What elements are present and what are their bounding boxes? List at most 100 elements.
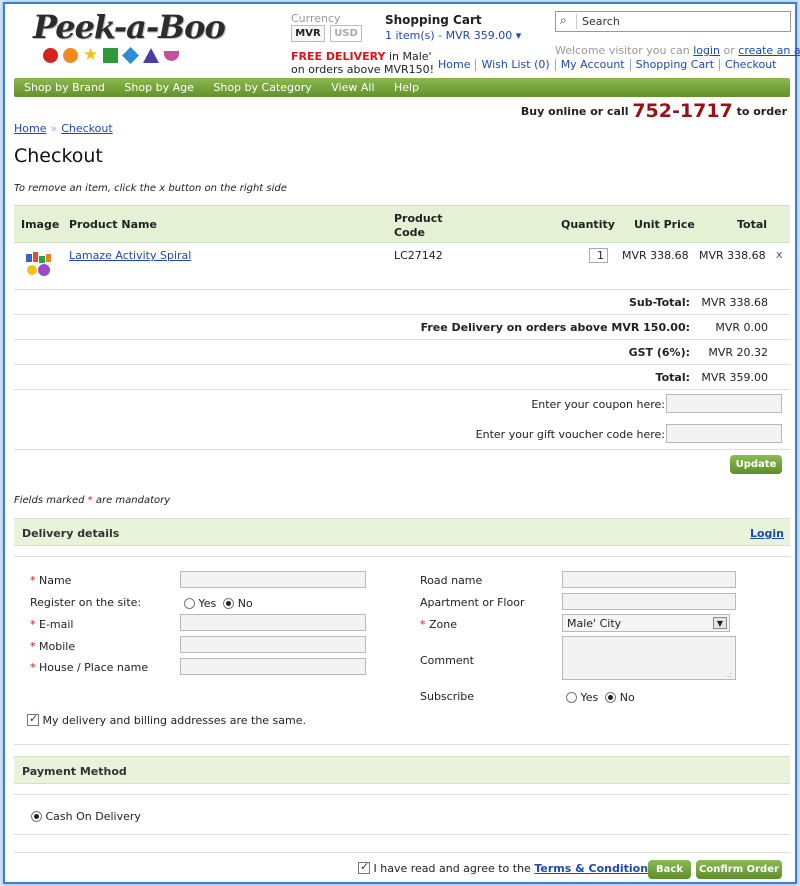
apartment-field[interactable] <box>562 593 736 610</box>
create-account-link[interactable]: create an account <box>738 44 800 57</box>
total-label: Total: <box>655 371 690 384</box>
col-product-name: Product Name <box>69 218 157 231</box>
remove-item-button[interactable]: x <box>776 248 783 261</box>
register-no-radio[interactable] <box>223 598 235 609</box>
page-title: Checkout <box>14 145 103 167</box>
table-row: Lamaze Activity Spiral LC27142 1 MVR 338… <box>14 243 790 290</box>
top-link-checkout[interactable]: Checkout <box>725 58 776 71</box>
unit-price: MVR 338.68 <box>622 249 689 262</box>
subscribe-yes-label: Yes <box>580 691 599 704</box>
nav-shop-by-brand[interactable]: Shop by Brand <box>24 78 105 97</box>
register-options: Yes No <box>184 597 253 610</box>
top-link-home[interactable]: Home <box>438 58 470 71</box>
zone-label: * Zone <box>420 618 458 631</box>
delivery-fee-row: Free Delivery on orders above MVR 150.00… <box>14 315 790 340</box>
road-field[interactable] <box>562 571 736 588</box>
breadcrumb: Home» Checkout <box>14 122 113 135</box>
top-links: Home Wish List (0) My Account Shopping Cart… <box>438 58 777 71</box>
currency-label: Currency <box>291 12 341 25</box>
name-label: * Name <box>30 574 72 587</box>
call-to-order: Buy online or call 752-1717 to order <box>521 100 787 122</box>
gst-value: MVR 20.32 <box>708 346 768 359</box>
gst-row: GST (6%): MVR 20.32 <box>14 340 790 365</box>
col-product-code-1: Product <box>394 212 443 225</box>
cart-table-header: Image Product Name Product Code Quantity… <box>14 205 790 243</box>
nav-shop-by-age[interactable]: Shop by Age <box>124 78 193 97</box>
free-delivery-text-2: on orders above MVR150! <box>291 63 435 76</box>
free-delivery-highlight: FREE DELIVERY <box>291 50 386 63</box>
email-label-text: E-mail <box>39 618 74 631</box>
terms-checkbox[interactable] <box>358 860 370 874</box>
logo-text: Peek-a-Boo <box>33 8 226 46</box>
house-field[interactable] <box>180 658 366 675</box>
col-image: Image <box>21 218 60 231</box>
top-link-account[interactable]: My Account <box>561 58 625 71</box>
product-link[interactable]: Lamaze Activity Spiral <box>69 249 191 262</box>
breadcrumb-home[interactable]: Home <box>14 122 46 135</box>
register-yes-radio[interactable] <box>184 598 195 609</box>
subtotal-value: MVR 338.68 <box>701 296 768 309</box>
col-quantity: Quantity <box>561 218 615 231</box>
subtotal-label: Sub-Total: <box>628 296 690 309</box>
cash-on-delivery-radio[interactable] <box>31 811 42 822</box>
email-field[interactable] <box>180 614 366 631</box>
free-delivery-text-1: in Male' <box>385 50 432 63</box>
back-button[interactable]: Back <box>648 860 691 879</box>
currency-usd-button[interactable]: USD <box>330 25 362 42</box>
name-label-text: Name <box>39 574 72 587</box>
resize-handle-icon[interactable]: .: <box>727 670 732 679</box>
subtotal-row: Sub-Total: MVR 338.68 <box>14 290 790 315</box>
delivery-section-title: Delivery details <box>22 527 120 540</box>
mobile-field[interactable] <box>180 636 366 653</box>
site-logo[interactable]: Peek-a-Boo ★ <box>27 8 227 70</box>
confirm-order-button[interactable]: Confirm Order <box>696 860 782 879</box>
zone-select[interactable]: Male' City ▼ <box>562 614 730 632</box>
delivery-section-header: Delivery details Login <box>14 518 790 546</box>
search-icon[interactable]: ⌕ <box>560 13 567 28</box>
subscribe-options: Yes No <box>566 691 635 704</box>
col-product-code-2: Code <box>394 226 425 239</box>
coupon-area: Enter your coupon here: Enter your gift … <box>14 390 790 450</box>
mandatory-note-pre: Fields marked <box>14 495 85 506</box>
name-field[interactable] <box>180 571 366 588</box>
terms-link[interactable]: Terms & Conditions <box>534 862 654 875</box>
nav-shop-by-category[interactable]: Shop by Category <box>213 78 311 97</box>
quantity-input[interactable]: 1 <box>589 248 608 263</box>
same-address-checkbox[interactable] <box>27 712 39 726</box>
free-delivery-banner: FREE DELIVERY in Male' on orders above M… <box>291 50 434 76</box>
welcome-text: Welcome visitor you can login or create … <box>555 44 800 57</box>
top-link-wishlist[interactable]: Wish List (0) <box>481 58 549 71</box>
terms-text: I have read and agree to the <box>373 862 531 875</box>
breadcrumb-checkout[interactable]: Checkout <box>61 122 112 135</box>
cart-summary-dropdown[interactable]: 1 item(s) - MVR 359.00 ▾ <box>385 29 521 42</box>
top-link-cart[interactable]: Shopping Cart <box>636 58 714 71</box>
delivery-fee-value: MVR 0.00 <box>715 321 768 334</box>
same-address-label: My delivery and billing addresses are th… <box>42 714 307 727</box>
update-button[interactable]: Update <box>730 455 782 474</box>
delivery-login-link[interactable]: Login <box>750 527 784 540</box>
chevron-down-icon[interactable]: ▼ <box>713 617 727 629</box>
comment-textarea[interactable]: .: <box>562 636 736 680</box>
register-yes-label: Yes <box>198 597 217 610</box>
apartment-label: Apartment or Floor <box>420 596 525 609</box>
login-link[interactable]: login <box>693 44 720 57</box>
search-input[interactable]: Search <box>582 15 620 28</box>
nav-help[interactable]: Help <box>394 78 419 97</box>
search-box[interactable]: ⌕ Search <box>555 11 791 32</box>
zone-value: Male' City <box>567 617 622 630</box>
payment-option: Cash On Delivery <box>31 810 141 823</box>
voucher-input[interactable] <box>666 424 782 443</box>
coupon-input[interactable] <box>666 394 782 413</box>
road-label: Road name <box>420 574 483 587</box>
mandatory-note: Fields marked * are mandatory <box>14 495 170 506</box>
main-nav: Shop by Brand Shop by Age Shop by Catego… <box>14 78 790 97</box>
gst-label: GST (6%): <box>628 346 690 359</box>
nav-view-all[interactable]: View All <box>331 78 374 97</box>
subscribe-no-radio[interactable] <box>605 692 617 703</box>
product-thumbnail[interactable] <box>24 250 54 280</box>
payment-section-header: Payment Method <box>14 756 790 784</box>
product-code: LC27142 <box>394 249 443 262</box>
comment-label: Comment <box>420 654 474 667</box>
subscribe-yes-radio[interactable] <box>566 692 577 703</box>
currency-mvr-button[interactable]: MVR <box>291 25 325 42</box>
